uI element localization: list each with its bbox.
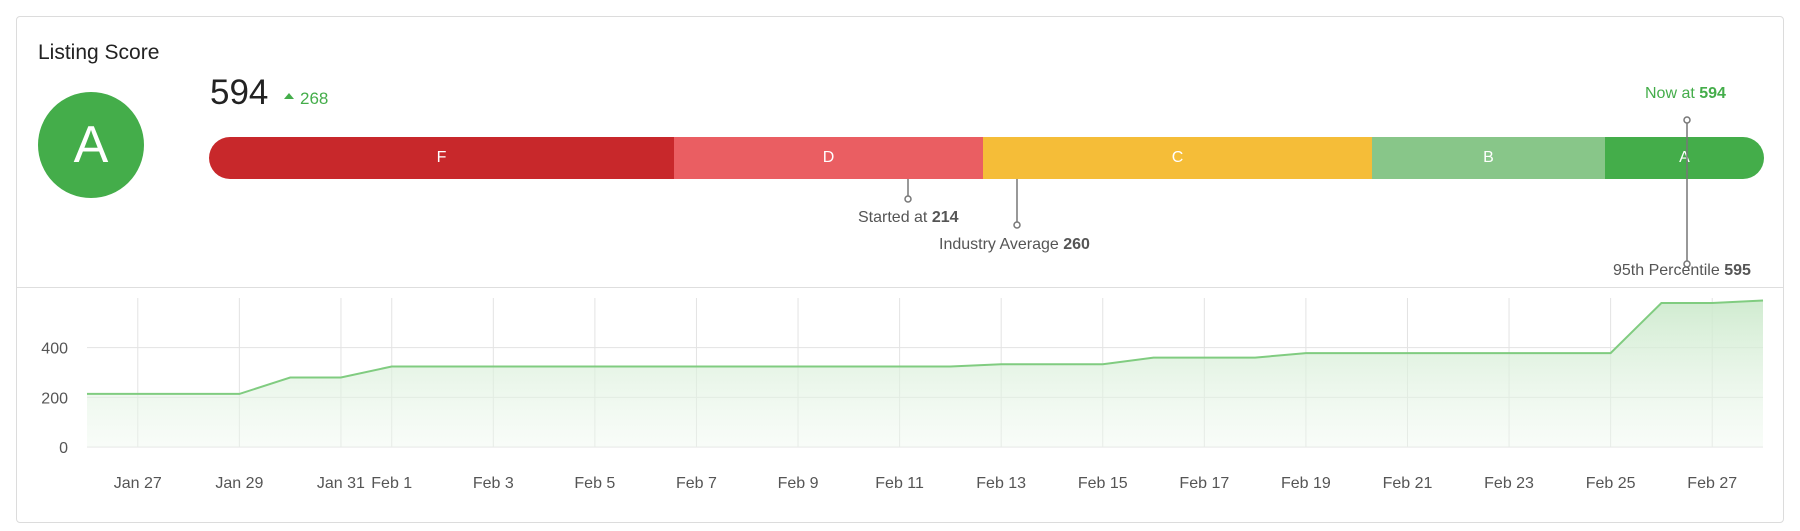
x-tick-label: Feb 5 (574, 475, 615, 492)
x-tick-label: Feb 23 (1484, 475, 1534, 492)
x-tick-label: Feb 17 (1179, 475, 1229, 492)
industry-average-value: 260 (1063, 236, 1090, 253)
percentile-value: 595 (1724, 262, 1751, 279)
y-tick-label: 0 (59, 440, 68, 457)
x-tick-label: Feb 9 (778, 475, 819, 492)
score-history-chart: 0 200 400 Jan 27 Jan 29 Jan 31 Feb 1 Feb 3 Feb 5… (41, 298, 1764, 492)
industry-average-label: Industry Average 260 (939, 236, 1090, 254)
x-tick-label: Feb 13 (976, 475, 1026, 492)
x-tick-label: Feb 15 (1078, 475, 1128, 492)
marker-leaders (904, 116, 1691, 268)
listing-score-card: Listing Score A 594 268 F D C B A Now at… (16, 16, 1784, 523)
industry-average-text: Industry Average (939, 236, 1059, 253)
x-tick-label: Feb 7 (676, 475, 717, 492)
x-tick-label: Jan 31 (317, 475, 365, 492)
now-at-value: 594 (1699, 85, 1726, 102)
x-tick-label: Feb 27 (1687, 475, 1737, 492)
x-tick-label: Jan 27 (114, 475, 162, 492)
x-tick-label: Feb 3 (473, 475, 514, 492)
now-at-label: Now at 594 (1645, 85, 1726, 103)
now-at-text: Now at (1645, 85, 1695, 102)
started-at-text: Started at (858, 209, 928, 226)
x-tick-label: Feb 11 (875, 475, 924, 492)
x-tick-label: Feb 21 (1383, 475, 1433, 492)
x-tick-label: Jan 29 (215, 475, 263, 492)
x-tick-label: Feb 19 (1281, 475, 1331, 492)
y-tick-label: 200 (41, 390, 68, 407)
started-at-value: 214 (931, 209, 959, 226)
started-at-label: Started at 214 (858, 209, 959, 227)
x-tick-label: Feb 25 (1586, 475, 1636, 492)
score-area (87, 300, 1763, 447)
x-tick-label: Feb 1 (371, 475, 412, 492)
percentile-text: 95th Percentile (1613, 262, 1720, 279)
percentile-label: 95th Percentile 595 (1613, 262, 1751, 280)
y-tick-label: 400 (41, 341, 68, 358)
